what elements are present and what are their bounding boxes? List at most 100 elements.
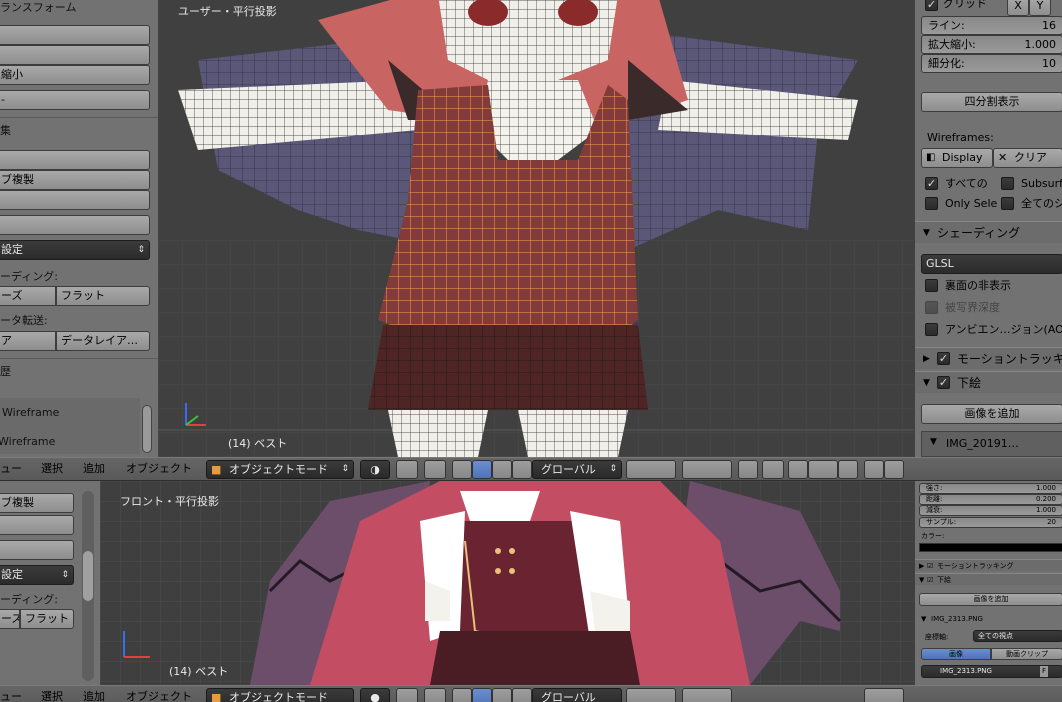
bottom-manipulator-toggle-icon[interactable] xyxy=(452,688,472,702)
bottom-scale-manipulator-icon[interactable] xyxy=(512,688,532,702)
flat-button[interactable]: フラット xyxy=(56,286,150,306)
shading-mode-dropdown[interactable]: GLSL xyxy=(921,254,1062,274)
bottom-rotate-manipulator-icon[interactable] xyxy=(492,688,512,702)
snap-element-icon[interactable] xyxy=(808,460,838,479)
translate-manipulator-icon[interactable] xyxy=(472,460,492,479)
background-images-checkbox[interactable]: ✓ xyxy=(937,376,950,389)
snap-icon[interactable] xyxy=(788,460,808,479)
bottom-background-header[interactable]: ▼ ☑ 下絵 xyxy=(915,573,1062,585)
ao-attenuation-field[interactable]: 減衰: 1.000 xyxy=(919,505,1062,516)
pivot-icon[interactable] xyxy=(396,460,418,479)
bottom-smooth-button[interactable]: ーズ xyxy=(0,609,20,629)
bottom-flat-button[interactable]: フラット xyxy=(20,609,74,629)
manipulator-toggle-icon[interactable] xyxy=(452,460,472,479)
data-layout-button[interactable]: データレイア… xyxy=(56,331,150,351)
subsurf-checkbox[interactable] xyxy=(1001,177,1014,190)
grid-scale-field[interactable]: 拡大縮小: 1.000 xyxy=(921,35,1062,54)
bottom-shading-dropdown[interactable]: ● xyxy=(360,688,390,702)
bottom-view-menu[interactable]: ュー xyxy=(0,687,22,702)
bottom-translate-manipulator-icon[interactable] xyxy=(472,688,492,702)
top-3d-viewport[interactable]: ユーザー・平行投影 (14) ベスト xyxy=(158,0,914,457)
axis-dropdown[interactable]: 全ての視点 xyxy=(973,630,1062,642)
bottom-layers-grid-b[interactable] xyxy=(682,688,732,702)
wireframes-clear-button[interactable]: ✕ クリア xyxy=(993,148,1062,168)
bottom-background-check[interactable]: ☑ xyxy=(927,574,933,586)
shading-panel-header[interactable]: ▼ シェーディング xyxy=(915,221,1062,243)
transform-panel-header[interactable]: ランスフォーム xyxy=(0,0,150,18)
bottom-select-menu[interactable]: 選択 xyxy=(41,687,63,702)
bottom-add-menu[interactable]: 追加 xyxy=(83,687,105,702)
image-item-row[interactable]: ▼ IMG_20191… xyxy=(921,431,1062,457)
motion-tracking-checkbox[interactable]: ✓ xyxy=(937,352,950,365)
bottom-shelf-scroll-thumb[interactable] xyxy=(83,551,93,601)
select-menu[interactable]: 選択 xyxy=(41,459,63,479)
history-panel-header[interactable]: 歴 xyxy=(0,362,150,382)
viewport-shading-dropdown[interactable]: ◑ xyxy=(360,460,390,479)
duplicate-button-a[interactable] xyxy=(0,150,150,170)
data-button[interactable]: ア xyxy=(0,331,56,351)
dof-checkbox[interactable] xyxy=(925,301,938,314)
wireframes-display-button[interactable]: ◧ Display xyxy=(921,148,993,168)
layers-grid-b[interactable] xyxy=(682,460,732,479)
delete-button[interactable] xyxy=(0,190,150,210)
background-images-panel-header[interactable]: ▼ ✓ 下絵 xyxy=(915,371,1062,393)
join-button[interactable] xyxy=(0,215,150,235)
mode-dropdown[interactable]: ■ オブジェクトモード ⇕ xyxy=(206,460,354,479)
only-selected-checkbox[interactable] xyxy=(925,197,938,210)
add-menu[interactable]: 追加 xyxy=(83,459,105,479)
image-datablock-field[interactable]: IMG_2313.PNG F xyxy=(921,665,1062,678)
grid-toggle[interactable]: ✓ xyxy=(925,0,938,11)
view-menu[interactable]: ュー xyxy=(0,459,22,479)
duplicate-linked-button[interactable]: ブ複製 xyxy=(0,170,150,190)
quad-view-button[interactable]: 四分割表示 xyxy=(921,92,1062,112)
scale-manipulator-icon[interactable] xyxy=(512,460,532,479)
motion-tracking-panel-header[interactable]: ▶ ✓ モーショントラッキ xyxy=(915,347,1062,369)
object-menu[interactable]: オブジェクト xyxy=(126,459,192,479)
bottom-orientation-dropdown[interactable]: グローバル xyxy=(532,688,622,702)
fake-user-flag[interactable]: F xyxy=(1039,666,1048,677)
bottom-shelf-scrollbar[interactable] xyxy=(82,491,94,681)
scale-button[interactable]: 縮小 xyxy=(0,65,150,85)
all-checkbox[interactable]: ✓ xyxy=(925,177,938,190)
smooth-button[interactable]: ーズ xyxy=(0,286,56,306)
history-item-wireframe-2[interactable]: Wireframe xyxy=(0,433,118,451)
history-item-wireframe[interactable]: Wireframe xyxy=(2,404,122,422)
ao-strength-field[interactable]: 強さ: 1.000 xyxy=(919,483,1062,494)
set-origin-dropdown[interactable]: 設定 ⇕ xyxy=(0,240,150,260)
bottom-3d-viewport[interactable]: フロント・平行投影 (14) ベスト xyxy=(100,481,914,685)
add-image-button[interactable]: 画像を追加 xyxy=(921,404,1062,424)
render-still-icon[interactable] xyxy=(864,460,884,479)
ao-samples-field[interactable]: サンプル: 20 xyxy=(919,517,1062,528)
bottom-delete-button[interactable] xyxy=(0,515,74,535)
bottom-render-icon[interactable] xyxy=(864,688,904,702)
ao-distance-field[interactable]: 距離: 0.200 xyxy=(919,494,1062,505)
bottom-join-button[interactable] xyxy=(0,540,74,560)
mirror-button[interactable]: - xyxy=(0,90,150,110)
bottom-mode-dropdown[interactable]: ■ オブジェクトモード xyxy=(206,688,354,702)
image-tab[interactable]: 画像 xyxy=(921,648,991,660)
bottom-motion-tracking-check[interactable]: ☑ xyxy=(927,560,933,572)
bottom-motion-tracking-header[interactable]: ▶ ☑ モーショントラッキング xyxy=(915,559,1062,571)
snap-target-icon[interactable] xyxy=(838,460,858,479)
movie-clip-tab[interactable]: 動画クリップ xyxy=(991,648,1062,660)
bottom-object-menu[interactable]: オブジェクト xyxy=(126,687,192,702)
bottom-layers-grid-a[interactable] xyxy=(626,688,676,702)
snap-select-icon[interactable] xyxy=(424,460,446,479)
layers-grid-a[interactable] xyxy=(626,460,676,479)
translate-button[interactable] xyxy=(0,25,150,45)
ao-color-swatch[interactable] xyxy=(919,543,1062,552)
render-anim-icon[interactable] xyxy=(884,460,904,479)
bottom-set-origin-dropdown[interactable]: 設定 ⇕ xyxy=(0,565,74,585)
edit-panel-header[interactable]: 集 xyxy=(0,121,150,141)
lock-layers-icon[interactable] xyxy=(738,460,758,479)
bottom-add-image-button[interactable]: 画像を追加 xyxy=(919,593,1062,606)
transform-orientation-dropdown[interactable]: グローバル ⇕ xyxy=(532,460,622,479)
grid-axis-y[interactable]: Y xyxy=(1029,0,1051,16)
proportional-edit-icon[interactable] xyxy=(762,460,784,479)
grid-lines-field[interactable]: ライン: 16 xyxy=(921,16,1062,35)
ao-checkbox[interactable] xyxy=(925,323,938,336)
bottom-image-item-header[interactable]: ▼ IMG_2313.PNG xyxy=(919,613,1062,625)
all-shading-checkbox[interactable] xyxy=(1001,197,1014,210)
grid-axis-x[interactable]: X xyxy=(1007,0,1029,16)
backface-culling-checkbox[interactable] xyxy=(925,279,938,292)
